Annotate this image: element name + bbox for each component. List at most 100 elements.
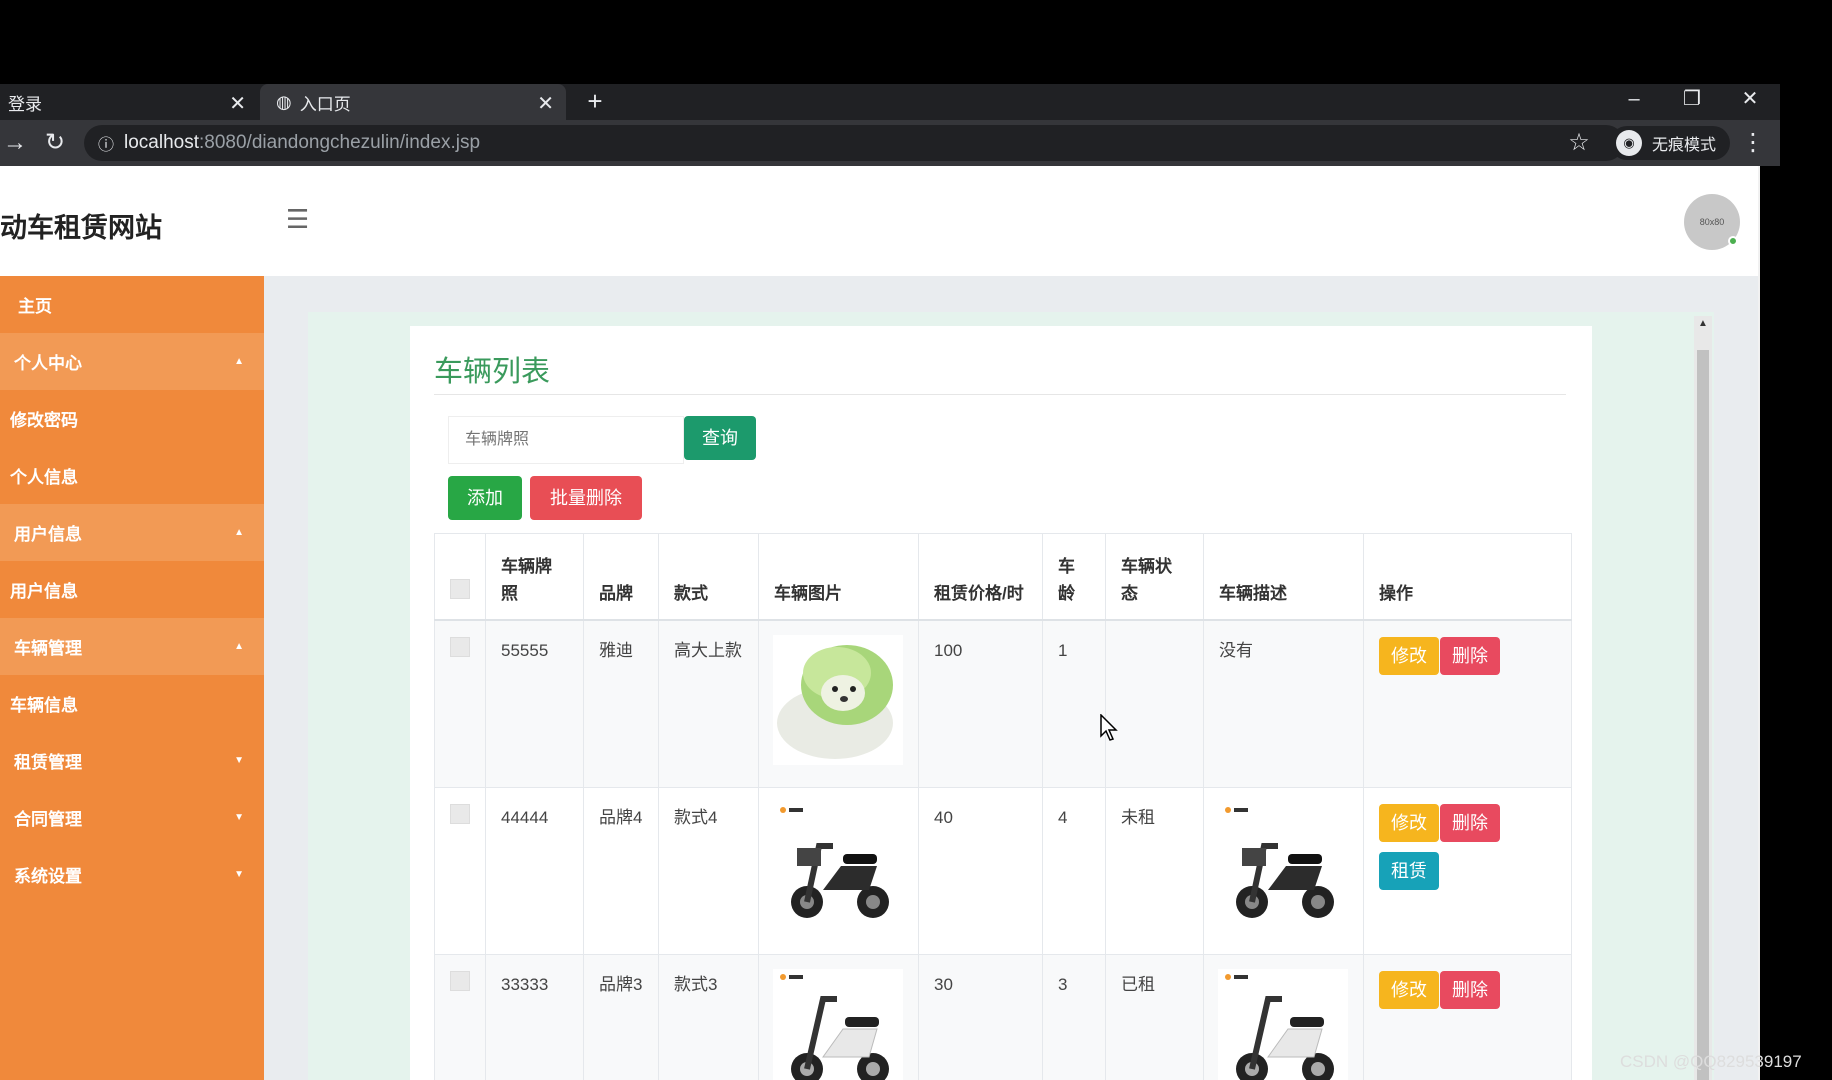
status-cell: 已租 [1105, 953, 1204, 1080]
caret-down-icon: ▼ [234, 812, 244, 823]
tab-title: 登录 [8, 94, 42, 114]
table-row: 44444 品牌4 款式4 40 4 未租 修改 删除 租赁 [434, 786, 1572, 955]
site-title: 动车租赁网站 [0, 213, 162, 243]
sidebar-item-vehicle-info[interactable]: 车辆信息 [0, 675, 264, 732]
column-header[interactable]: 车辆牌照 [485, 533, 584, 620]
column-header[interactable]: 车辆图片 [758, 533, 919, 620]
bookmark-star-icon[interactable]: ☆ [1564, 128, 1594, 158]
tab-title: 入口页 [299, 94, 351, 114]
row-checkbox[interactable] [450, 636, 470, 657]
style-cell: 款式4 [658, 786, 759, 955]
page-title: 车辆列表 [434, 356, 551, 388]
page-scrollbar[interactable] [1758, 166, 1760, 1080]
description-cell [1203, 953, 1364, 1080]
sidebar-item-label: 车辆管理 [14, 639, 82, 658]
sidebar-group-vehicle-management[interactable]: 车辆管理 ▲ [0, 618, 264, 675]
browser-toolbar: → ↻ ⓘ localhost:8080/diandongchezulin/in… [0, 120, 1780, 166]
white-scooter-image [773, 968, 903, 1080]
sidebar-group-rental-management[interactable]: 租赁管理 ▼ [0, 732, 264, 789]
plate-cell: 55555 [485, 619, 584, 788]
reload-icon[interactable]: ↻ [40, 128, 70, 158]
incognito-indicator[interactable]: ◉ 无痕模式 [1610, 126, 1730, 160]
column-header[interactable]: 品牌 [583, 533, 659, 620]
sidebar-item-personal-info[interactable]: 个人信息 [0, 447, 264, 504]
sidebar: 主页 个人中心 ▲ 修改密码 个人信息 用户信息 ▲ 用户信息 车辆管理 ▲ 车辆信息… [0, 276, 264, 1080]
brand-cell: 品牌4 [583, 786, 659, 955]
tab-entry-page[interactable]: ◍ 入口页 ✕ [260, 84, 566, 120]
edit-button[interactable]: 修改 [1379, 803, 1439, 842]
watermark-text: CSDN @QQ829539197 [1620, 1052, 1802, 1071]
close-window-icon[interactable]: ✕ [1730, 84, 1770, 120]
row-select-cell [434, 953, 486, 1080]
sidebar-group-system-settings[interactable]: 系统设置 ▼ [0, 846, 264, 903]
black-scooter-image [1218, 801, 1348, 932]
vehicle-list-card: 车辆列表 查询 添加 批量删除 车辆牌照 品牌 款式 车辆图片 租赁价格/时 车… [410, 326, 1592, 1080]
style-cell: 款式3 [658, 953, 759, 1080]
incognito-icon: ◉ [1616, 130, 1642, 156]
status-cell: 未租 [1105, 786, 1204, 955]
sidebar-group-personal-center[interactable]: 个人中心 ▲ [0, 333, 264, 390]
edit-button[interactable]: 修改 [1379, 970, 1439, 1009]
hamburger-menu-icon[interactable]: ☰ [286, 204, 309, 235]
sidebar-item-home[interactable]: 主页 [0, 276, 264, 333]
row-checkbox[interactable] [450, 803, 470, 824]
close-tab-icon[interactable]: ✕ [537, 91, 554, 116]
table-row: 33333 品牌3 款式3 30 3 已租 修改 删除 [434, 953, 1572, 1080]
query-button[interactable]: 查询 [684, 416, 756, 460]
style-cell: 高大上款 [658, 619, 759, 788]
bulk-delete-button[interactable]: 批量删除 [530, 476, 642, 520]
online-status-dot [1728, 236, 1738, 246]
brand-cell: 雅迪 [583, 619, 659, 788]
sidebar-item-label: 用户信息 [14, 525, 82, 544]
browser-menu-icon[interactable]: ⋮ [1738, 128, 1768, 158]
image-cell [758, 786, 919, 955]
sidebar-group-contract-management[interactable]: 合同管理 ▼ [0, 789, 264, 846]
white-scooter-image [1218, 968, 1348, 1080]
delete-button[interactable]: 删除 [1440, 636, 1500, 675]
column-header[interactable]: 车辆描述 [1203, 533, 1364, 620]
close-tab-icon[interactable]: ✕ [229, 91, 246, 116]
plate-cell: 33333 [485, 953, 584, 1080]
globe-icon: ◍ [276, 91, 292, 112]
vehicle-table: 车辆牌照 品牌 款式 车辆图片 租赁价格/时 车龄 车辆状态 车辆描述 操作 5… [434, 533, 1572, 1080]
column-header[interactable]: 款式 [658, 533, 759, 620]
column-header[interactable]: 租赁价格/时 [918, 533, 1043, 620]
column-header[interactable]: 车龄 [1042, 533, 1106, 620]
new-tab-button[interactable]: + [580, 84, 610, 120]
sidebar-item-change-password[interactable]: 修改密码 [0, 390, 264, 447]
delete-button[interactable]: 删除 [1440, 970, 1500, 1009]
select-all-cell [434, 533, 486, 620]
forward-icon[interactable]: → [0, 128, 30, 158]
browser-tab-bar: 登录 ✕ ◍ 入口页 ✕ + – ❐ ✕ [0, 84, 1780, 120]
content-scrollbar-thumb[interactable] [1697, 350, 1709, 1080]
select-all-checkbox[interactable] [450, 578, 470, 599]
price-cell: 100 [918, 619, 1043, 788]
web-page: 动车租赁网站 ☰ 80x80 主页 个人中心 ▲ 修改密码 个人信息 用户信息 ▲ … [0, 166, 1760, 1080]
table-header-row: 车辆牌照 品牌 款式 车辆图片 租赁价格/时 车龄 车辆状态 车辆描述 操作 [434, 533, 1572, 620]
minimize-icon[interactable]: – [1614, 84, 1654, 120]
column-header[interactable]: 车辆状态 [1105, 533, 1204, 620]
url-path: :8080/diandongchezulin/index.jsp [199, 132, 481, 153]
rent-button[interactable]: 租赁 [1379, 851, 1439, 890]
age-cell: 3 [1042, 953, 1106, 1080]
delete-button[interactable]: 删除 [1440, 803, 1500, 842]
restore-icon[interactable]: ❐ [1672, 84, 1712, 120]
description-cell [1203, 786, 1364, 955]
sidebar-item-user-info[interactable]: 用户信息 [0, 561, 264, 618]
search-input[interactable] [448, 416, 684, 464]
sidebar-item-label: 修改密码 [10, 411, 78, 430]
cabbage-dog-image [773, 634, 903, 765]
caret-down-icon: ▼ [234, 869, 244, 880]
scroll-up-arrow-icon[interactable]: ▲ [1698, 318, 1708, 329]
row-checkbox[interactable] [450, 970, 470, 991]
column-header: 操作 [1363, 533, 1572, 620]
edit-button[interactable]: 修改 [1379, 636, 1439, 675]
sidebar-item-label: 主页 [18, 297, 52, 316]
address-bar[interactable]: ⓘ localhost:8080/diandongchezulin/index.… [84, 125, 1624, 161]
sidebar-group-user-info[interactable]: 用户信息 ▲ [0, 504, 264, 561]
caret-up-icon: ▲ [234, 641, 244, 652]
add-button[interactable]: 添加 [448, 476, 522, 520]
info-icon[interactable]: ⓘ [98, 131, 114, 155]
sidebar-item-label: 个人信息 [10, 468, 78, 487]
tab-login[interactable]: 登录 ✕ [0, 84, 258, 120]
